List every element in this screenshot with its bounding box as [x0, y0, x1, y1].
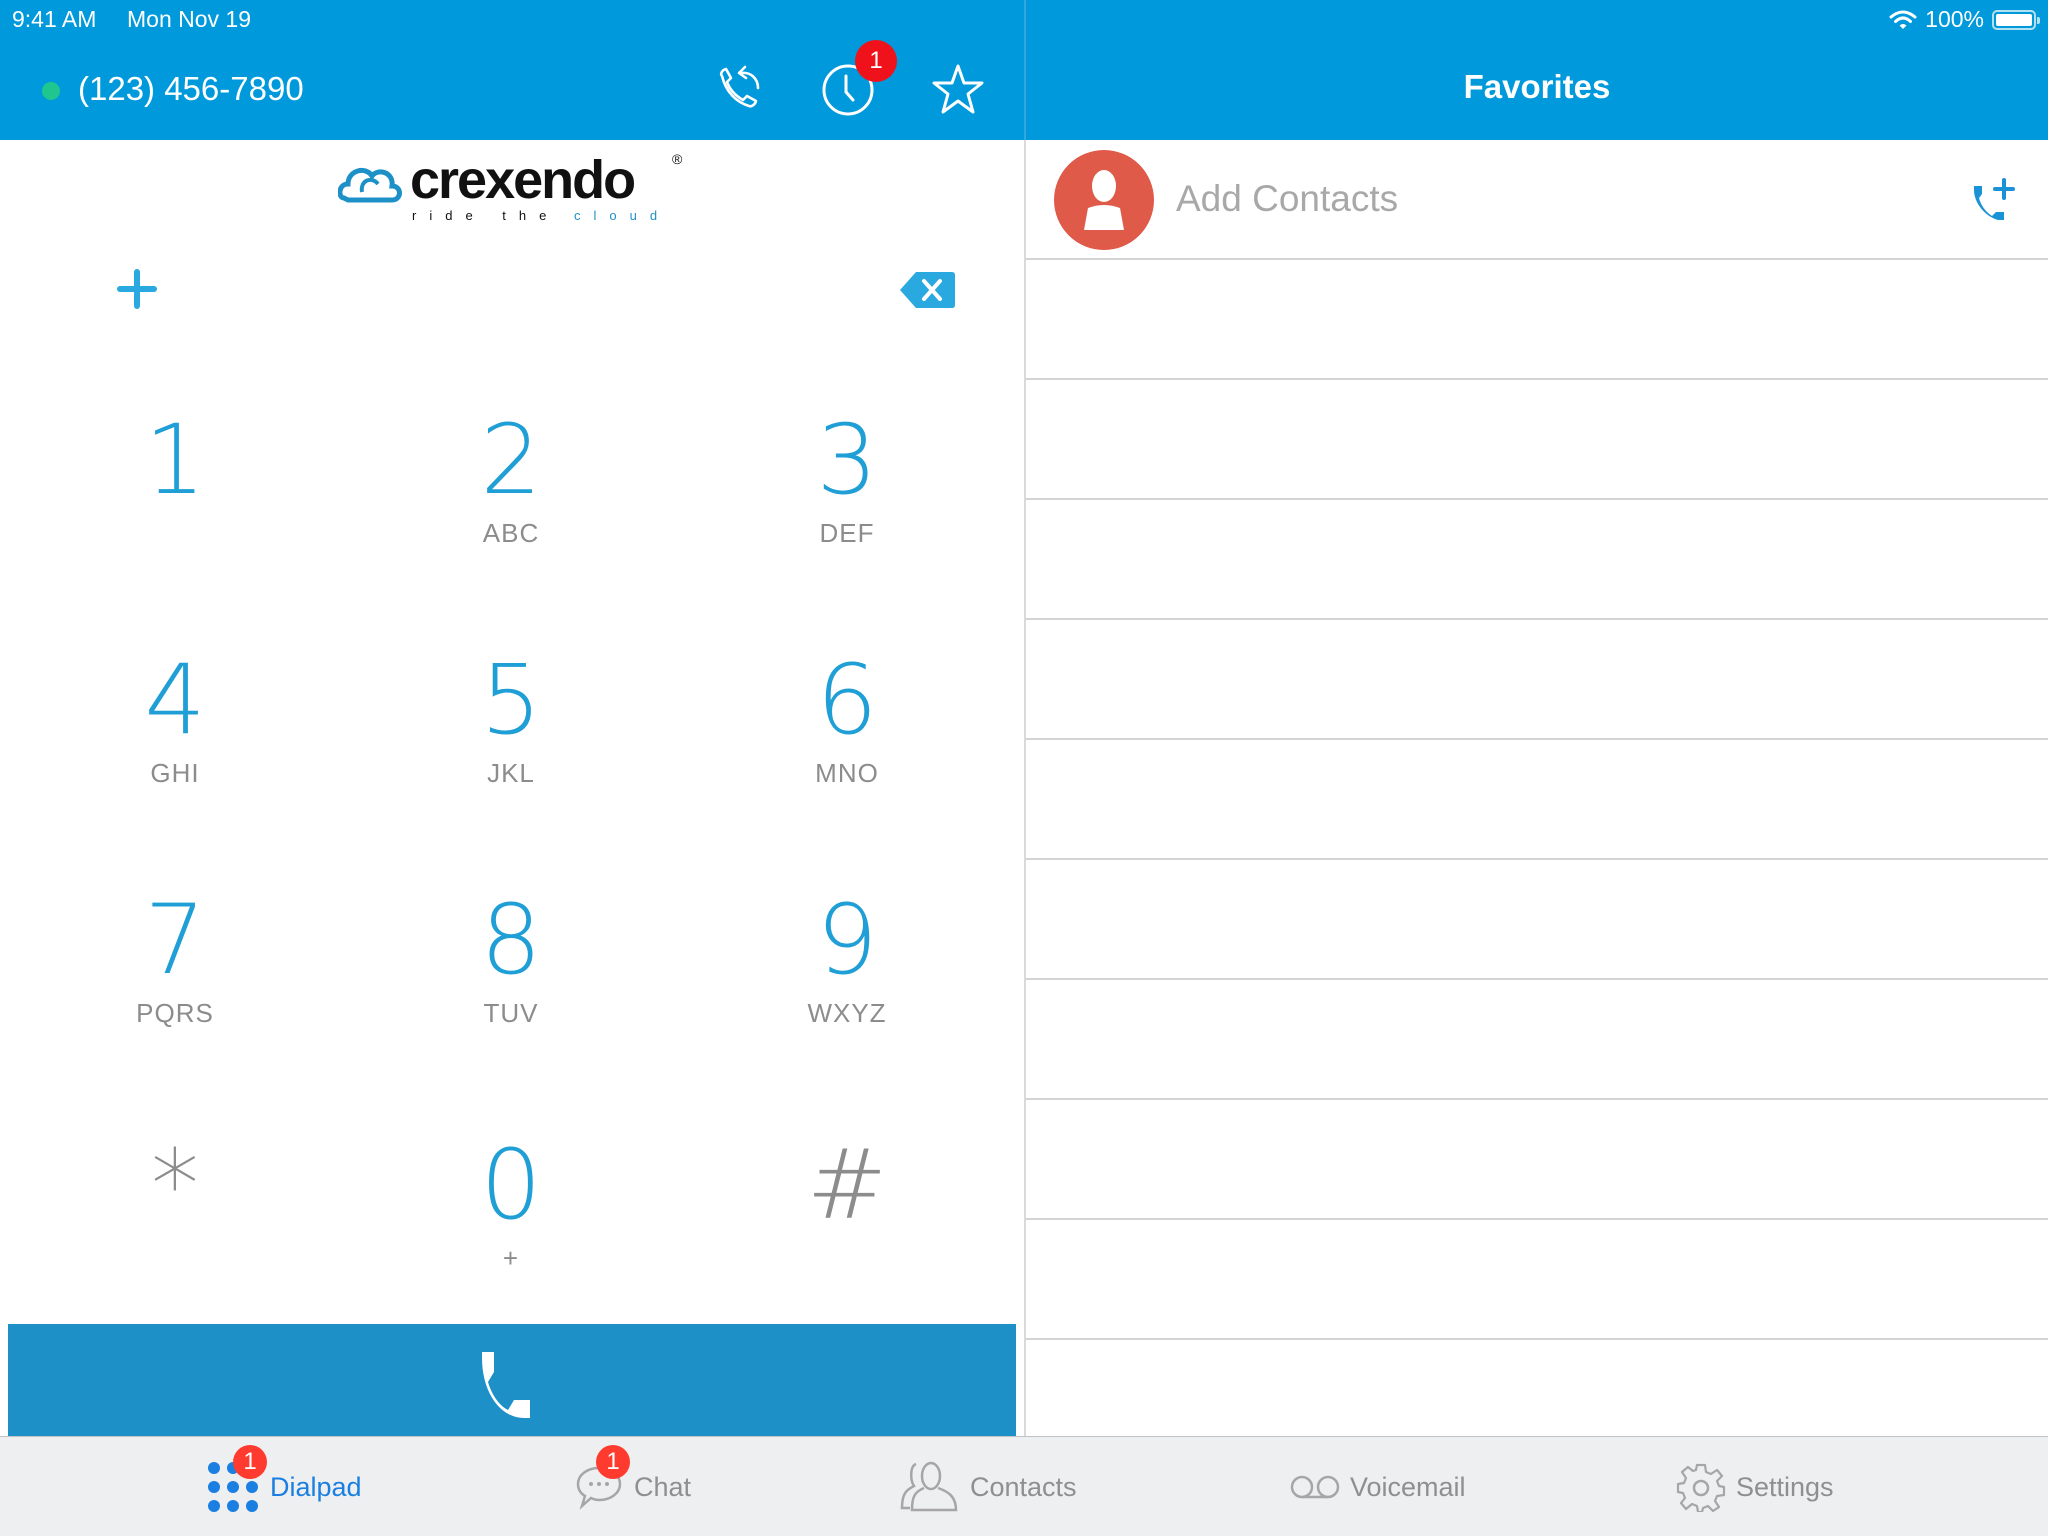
- tab-settings[interactable]: Settings: [1676, 1437, 1834, 1537]
- tab-bar: Dialpad 1 Chat 1 Contacts Voicemail Sett…: [0, 1436, 2048, 1536]
- crexendo-logo: crexendo ® ride the cloud: [337, 148, 688, 228]
- key-letters: GHI: [150, 758, 200, 788]
- tab-settings-label: Settings: [1736, 1471, 1834, 1502]
- key-digit: 9: [816, 884, 878, 996]
- favorites-star-icon: [932, 64, 984, 114]
- battery-percent: 100%: [1925, 6, 1984, 32]
- key-digit: 5: [480, 644, 542, 756]
- favorites-row-separator: [1026, 378, 2048, 380]
- dialpad-key-9[interactable]: 9 WXYZ: [747, 892, 947, 1092]
- contacts-icon: [900, 1461, 958, 1512]
- call-forward-icon: [719, 65, 760, 108]
- wifi-icon: [1889, 10, 1917, 29]
- favorites-row-separator: [1026, 258, 2048, 260]
- add-favorite-button[interactable]: [1970, 176, 2018, 224]
- backspace-button[interactable]: [898, 268, 958, 312]
- plus-icon: [117, 269, 157, 309]
- add-call-icon: [1974, 178, 2015, 220]
- battery-tip: [2037, 16, 2040, 24]
- dialpad-key-6[interactable]: 6 MNO: [747, 652, 947, 852]
- contact-avatar[interactable]: [1054, 150, 1154, 250]
- dialpad-key-hash[interactable]: #: [747, 1137, 947, 1337]
- key-digit: 1: [144, 404, 206, 516]
- key-digit: 0: [480, 1129, 542, 1241]
- svg-text:ride the: ride the: [412, 208, 559, 223]
- key-letters: ABC: [482, 518, 540, 548]
- tab-contacts[interactable]: Contacts: [900, 1437, 1077, 1537]
- tab-voicemail-label: Voicemail: [1350, 1471, 1466, 1502]
- tab-voicemail[interactable]: Voicemail: [1290, 1437, 1466, 1537]
- recent-calls-badge: 1: [855, 40, 897, 82]
- status-time: 9:41 AM: [12, 6, 97, 32]
- battery-fill: [1996, 13, 2032, 26]
- add-contacts-label[interactable]: Add Contacts: [1176, 178, 1398, 220]
- favorites-row-separator: [1026, 1098, 2048, 1100]
- status-date: Mon Nov 19: [127, 6, 252, 32]
- key-digit: 6: [816, 644, 878, 756]
- key-letters: JKL: [487, 758, 535, 788]
- favorites-title: Favorites: [1463, 68, 1611, 105]
- tab-chat[interactable]: Chat 1: [574, 1437, 691, 1537]
- key-letters: +: [502, 1243, 520, 1273]
- favorites-button[interactable]: [928, 60, 988, 120]
- svg-text:®: ®: [672, 151, 683, 167]
- tab-dialpad-label: Dialpad: [270, 1471, 362, 1502]
- dialpad-key-8[interactable]: 8 TUV: [411, 892, 611, 1092]
- dialpad-key-4[interactable]: 4 GHI: [75, 652, 275, 852]
- favorites-row-separator: [1026, 498, 2048, 500]
- key-digit: 7: [144, 884, 206, 996]
- key-digit: 4: [144, 644, 206, 756]
- svg-text:crexendo: crexendo: [410, 150, 634, 210]
- voicemail-icon: [1290, 1475, 1340, 1499]
- call-forward-button[interactable]: [712, 60, 772, 120]
- tab-chat-label: Chat: [634, 1471, 692, 1502]
- status-right: 100%: [1889, 6, 2040, 33]
- dialpad-key-0[interactable]: 0 +: [411, 1137, 611, 1337]
- dialpad-key-2[interactable]: 2 ABC: [411, 412, 611, 612]
- user-phone-number: (123) 456-7890: [78, 70, 304, 107]
- favorites-row-separator: [1026, 738, 2048, 740]
- favorites-row-separator: [1026, 618, 2048, 620]
- cloud-logo-icon: crexendo ® ride the cloud: [337, 150, 683, 223]
- tab-chat-badge: 1: [596, 1445, 630, 1479]
- call-button[interactable]: [8, 1324, 1016, 1436]
- key-digit: 3: [816, 404, 878, 516]
- favorites-row-separator: [1026, 978, 2048, 980]
- key-digit: 2: [480, 404, 542, 516]
- phone-icon: [482, 1352, 530, 1418]
- tab-contacts-label: Contacts: [970, 1471, 1077, 1502]
- favorites-panel: Add Contacts: [1026, 140, 2048, 1436]
- dialpad-key-3[interactable]: 3 DEF: [747, 412, 947, 612]
- dialpad-key-5[interactable]: 5 JKL: [411, 652, 611, 852]
- favorites-row-separator: [1026, 1338, 2048, 1340]
- key-letters: PQRS: [136, 998, 214, 1028]
- key-digit: 8: [480, 884, 542, 996]
- gear-icon: [1676, 1463, 1726, 1512]
- tab-dialpad-badge: 1: [233, 1445, 267, 1479]
- key-letters: MNO: [815, 758, 879, 788]
- key-letters: WXYZ: [807, 998, 887, 1028]
- key-letters: DEF: [819, 518, 875, 548]
- svg-text:cloud: cloud: [574, 208, 670, 223]
- online-status-dot: [42, 82, 60, 100]
- dialpad-key-star[interactable]: *: [75, 1137, 275, 1337]
- key-letters: TUV: [483, 998, 539, 1028]
- favorites-row-separator: [1026, 858, 2048, 860]
- key-digit: #: [806, 1129, 888, 1241]
- battery-icon: [1992, 9, 2040, 30]
- backspace-icon: [900, 272, 955, 308]
- person-icon: [1084, 170, 1124, 230]
- key-digit: *: [151, 1129, 199, 1241]
- add-plus-button[interactable]: [112, 264, 162, 314]
- dialpad-key-7[interactable]: 7 PQRS: [75, 892, 275, 1092]
- tab-dialpad[interactable]: Dialpad 1: [206, 1437, 362, 1537]
- favorites-row-separator: [1026, 1218, 2048, 1220]
- dialpad-key-1[interactable]: 1: [75, 412, 275, 612]
